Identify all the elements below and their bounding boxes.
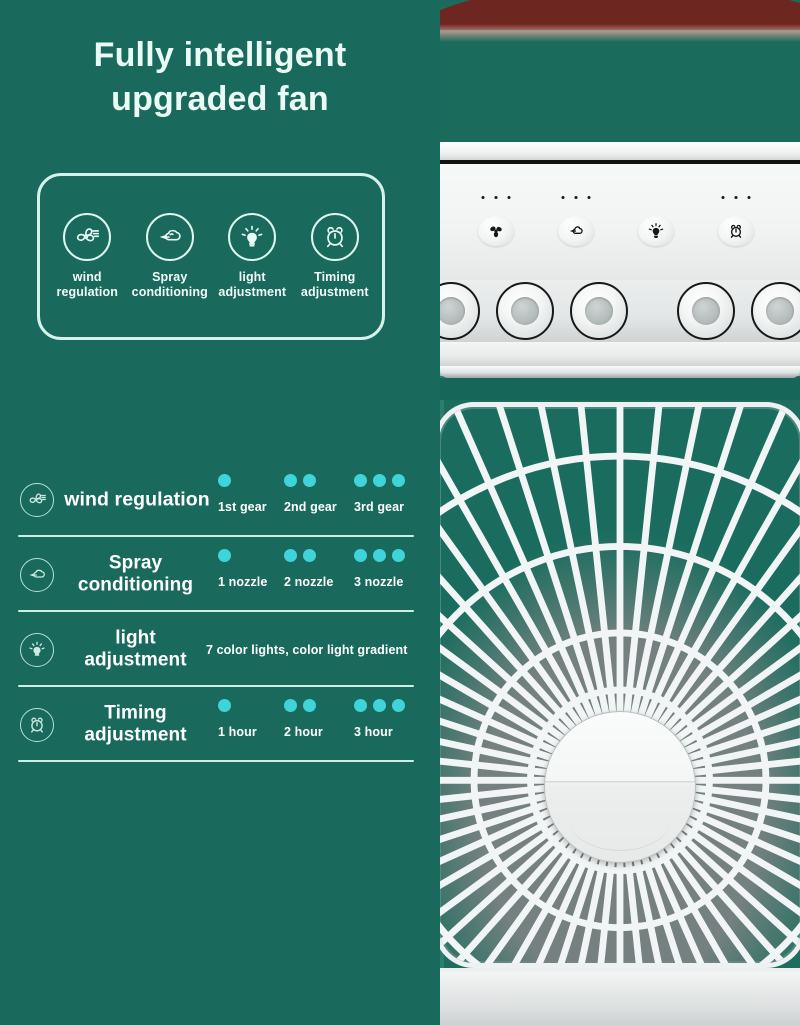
- spec-title-line1: Timing: [104, 702, 167, 724]
- level-dots: [354, 699, 405, 712]
- product-shelf-lip: [440, 366, 800, 378]
- fan-button[interactable]: [478, 216, 514, 246]
- page-title-line1: Fully intelligent: [93, 36, 347, 74]
- spec-title-line2: adjustment: [84, 724, 187, 746]
- level-label: 1st gear: [218, 500, 267, 514]
- feature-label-line1: wind: [72, 270, 102, 285]
- page-title: Fully intelligent upgraded fan: [40, 34, 400, 121]
- spec-row-title: Spray conditioning: [58, 552, 213, 597]
- spec-row-wind-regulation: wind regulation 1st gear 2nd gear 3rd ge…: [14, 462, 414, 537]
- feature-label-line2: regulation: [56, 285, 118, 299]
- product-infographic: Fully intelligent upgraded fan wind regu…: [0, 0, 800, 1025]
- level-dots: [284, 699, 316, 712]
- light-button[interactable]: [638, 216, 674, 246]
- feature-label-line2: adjustment: [218, 285, 287, 299]
- feature-item-light-adjustment: light adjustment: [212, 213, 292, 300]
- level-dots: [354, 474, 405, 487]
- row-divider: [18, 760, 414, 762]
- level-dots: [354, 549, 405, 562]
- grille-rings: [440, 452, 800, 963]
- feature-list: wind regulation Spray conditioning light…: [40, 176, 382, 337]
- product-photo: [440, 0, 800, 1025]
- level-dots: [218, 474, 231, 487]
- spec-row-title: Timing adjustment: [58, 702, 213, 747]
- spec-title-line1: light: [115, 627, 156, 649]
- bulb-icon: [228, 213, 277, 262]
- product-base: [440, 972, 800, 1025]
- feature-item-label: Timing adjustment: [301, 270, 369, 300]
- spray-button[interactable]: [558, 216, 594, 246]
- fan-grille: [440, 402, 800, 968]
- level-label: 2 hour: [284, 725, 323, 739]
- feature-item-spray-conditioning: Spray conditioning: [130, 213, 210, 300]
- level-label: 3 nozzle: [354, 575, 404, 589]
- info-panel: Fully intelligent upgraded fan wind regu…: [0, 0, 440, 1025]
- bulb-icon: [20, 632, 54, 667]
- level-label: 1 nozzle: [218, 575, 268, 589]
- fan-icon: [63, 213, 112, 262]
- feature-item-label: wind regulation: [57, 270, 118, 300]
- level-dots: [218, 549, 231, 562]
- level-label: 2nd gear: [284, 500, 337, 514]
- alarm-icon: [310, 213, 359, 262]
- spec-row-timing-adjustment: Timing adjustment 1 hour 2 hour 3 hour: [14, 687, 414, 762]
- fan-grille-housing: [440, 396, 800, 976]
- spec-levels: 1 nozzle 2 nozzle 3 nozzle: [204, 537, 414, 612]
- spec-title-line2: conditioning: [77, 574, 194, 596]
- indicator-dots: [561, 196, 591, 199]
- control-panel: [440, 164, 800, 280]
- spec-levels: 1st gear 2nd gear 3rd gear: [204, 462, 414, 537]
- feature-label-line1: Spray: [152, 270, 188, 285]
- fan-hub: [544, 711, 696, 863]
- spec-row-note: 7 color lights, color light gradient: [206, 642, 408, 657]
- level-dots: [284, 549, 316, 562]
- vent-knob[interactable]: [751, 282, 800, 340]
- feature-item-label: light adjustment: [218, 270, 286, 300]
- spray-icon: [20, 557, 54, 592]
- vent-knob[interactable]: [677, 282, 735, 340]
- alarm-icon: [20, 707, 54, 742]
- feature-item-label: Spray conditioning: [132, 270, 208, 300]
- level-label: 1 hour: [218, 725, 257, 739]
- hub-curve: [569, 787, 671, 851]
- spec-row-spray-conditioning: Spray conditioning 1 nozzle 2 nozzle 3 n…: [14, 537, 414, 612]
- indicator-dots: [721, 196, 751, 199]
- product-top-shell: [440, 0, 800, 152]
- indicator-dots: [481, 196, 511, 199]
- vent-knob[interactable]: [496, 282, 554, 340]
- spray-icon: [145, 213, 194, 262]
- feature-item-wind-regulation: wind regulation: [47, 213, 127, 300]
- feature-item-timing-adjustment: Timing adjustment: [295, 213, 375, 300]
- feature-label-line2: adjustment: [300, 285, 369, 299]
- level-dots: [284, 474, 316, 487]
- control-button-timing[interactable]: [704, 164, 768, 280]
- vent-knob[interactable]: [570, 282, 628, 340]
- control-button-light[interactable]: [624, 164, 688, 280]
- spec-title-line1: wind regulation: [64, 488, 210, 510]
- feature-highlight-box: wind regulation Spray conditioning light…: [37, 173, 385, 340]
- spec-title-line2: adjustment: [84, 649, 187, 671]
- spec-row-light-adjustment: light adjustment 7 color lights, color l…: [14, 612, 414, 687]
- hub-seam: [545, 781, 695, 784]
- vent-knob-row: [440, 280, 800, 342]
- feature-label-line2: conditioning: [131, 285, 208, 299]
- level-dots: [218, 699, 231, 712]
- spec-title-line1: Spray: [108, 552, 163, 574]
- control-button-spray[interactable]: [544, 164, 608, 280]
- spec-levels: 1 hour 2 hour 3 hour: [204, 687, 414, 762]
- feature-label-line1: Timing: [314, 270, 356, 285]
- level-label: 2 nozzle: [284, 575, 334, 589]
- page-title-line2: upgraded fan: [111, 79, 329, 118]
- spec-row-title: wind regulation: [48, 488, 226, 511]
- feature-label-line1: light: [238, 270, 266, 285]
- level-label: 3rd gear: [354, 500, 405, 514]
- level-label: 3 hour: [354, 725, 393, 739]
- spec-row-title: light adjustment: [58, 627, 213, 672]
- vent-knob[interactable]: [440, 282, 480, 340]
- timing-button[interactable]: [718, 216, 754, 246]
- control-button-fan[interactable]: [464, 164, 528, 280]
- spec-table: wind regulation 1st gear 2nd gear 3rd ge…: [14, 462, 414, 762]
